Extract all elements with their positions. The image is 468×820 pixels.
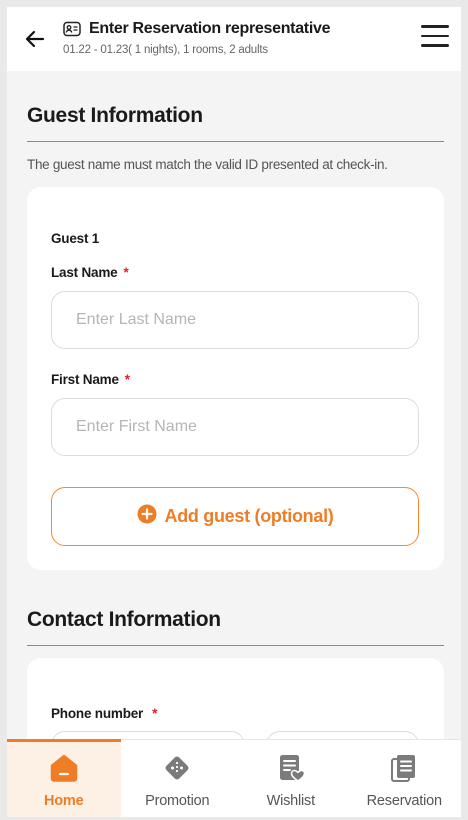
tab-wishlist-label: Wishlist (266, 793, 316, 809)
first-name-input[interactable] (51, 398, 419, 456)
reservation-summary: 01.22 - 01.23( 1 nights), 1 rooms, 2 adu… (63, 44, 268, 56)
phone-number-label: Phone number * (51, 706, 157, 721)
last-name-label-text: Last Name (51, 265, 118, 280)
wishlist-icon (279, 755, 306, 782)
reservation-icon (391, 755, 416, 782)
guest-card: Guest 1 Last Name * First Name * Add guest… (27, 187, 444, 570)
tab-wishlist[interactable]: Wishlist (234, 740, 348, 817)
guest-name-note: The guest name must match the valid ID p… (27, 157, 388, 172)
promotion-tag-icon (165, 756, 189, 780)
guest-information-title: Guest Information (27, 104, 203, 127)
first-name-label-text: First Name (51, 372, 119, 387)
tab-promotion[interactable]: Promotion (121, 740, 235, 817)
last-name-input[interactable] (51, 291, 419, 349)
required-asterisk: * (123, 265, 129, 280)
section-divider (27, 645, 444, 646)
page-title: Enter Reservation representative (89, 20, 331, 37)
tab-promotion-label: Promotion (145, 793, 210, 809)
tab-home[interactable]: Home (7, 739, 121, 817)
phone-number-label-text: Phone number (51, 706, 144, 721)
app-screen: Enter Reservation representative 01.22 -… (7, 7, 461, 817)
contact-information-title: Contact Information (27, 608, 221, 631)
bottom-tab-bar: Home Promotion Wishlist Reservation (7, 739, 461, 817)
top-header: Enter Reservation representative 01.22 -… (7, 7, 461, 71)
home-icon (50, 754, 77, 782)
required-asterisk: * (124, 372, 130, 387)
tab-reservation-label: Reservation (366, 793, 442, 809)
add-guest-button[interactable]: Add guest (optional) (51, 487, 419, 546)
tab-reservation[interactable]: Reservation (348, 740, 462, 817)
section-divider (27, 141, 444, 142)
plus-circle-icon (137, 504, 157, 529)
back-arrow-icon[interactable] (23, 27, 47, 51)
hamburger-menu-icon[interactable] (421, 25, 449, 51)
guest-heading: Guest 1 (51, 231, 100, 246)
first-name-label: First Name * (51, 372, 130, 387)
add-guest-label: Add guest (optional) (164, 506, 334, 526)
last-name-label: Last Name * (51, 265, 129, 280)
required-asterisk: * (152, 706, 158, 721)
id-card-icon (63, 21, 81, 37)
tab-home-label: Home (44, 793, 84, 809)
